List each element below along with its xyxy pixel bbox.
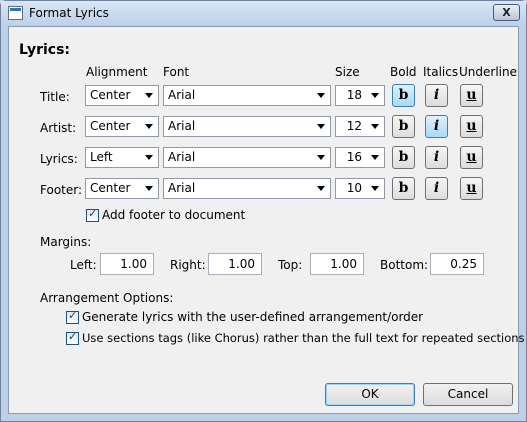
footer-font-select[interactable]: Arial (163, 178, 331, 199)
title-alignment-select[interactable]: Center (85, 85, 159, 106)
add-footer-label: Add footer to document (102, 208, 246, 222)
footer-alignment-select[interactable]: Center (85, 178, 159, 199)
chevron-down-icon (143, 119, 156, 134)
title-alignment-value: Center (90, 88, 131, 102)
close-button[interactable]: X (493, 4, 520, 21)
margin-right-input[interactable]: 1.00 (208, 253, 262, 275)
lyrics-underline-button[interactable]: u (460, 146, 483, 169)
format-lyrics-window: Format Lyrics X Lyrics: Alignment Font S… (0, 0, 527, 422)
title-italic-button[interactable]: i (425, 84, 448, 107)
font-column-header: Font (163, 65, 190, 79)
title-size-value: 18 (346, 88, 362, 102)
margins-heading: Margins: (40, 235, 92, 249)
footer-size-select[interactable]: 10 (335, 178, 385, 199)
title-size-select[interactable]: 18 (335, 85, 385, 106)
alignment-column-header: Alignment (86, 65, 148, 79)
lyrics-heading: Lyrics: (19, 42, 71, 58)
artist-row-label: Artist: (40, 121, 77, 135)
window-icon (8, 6, 23, 20)
chevron-down-icon (369, 119, 382, 134)
margin-bottom-input[interactable]: 0.25 (430, 253, 484, 275)
size-column-header: Size (335, 65, 360, 79)
footer-size-value: 10 (346, 181, 362, 195)
margin-bottom-label: Bottom: (380, 258, 429, 272)
add-footer-checkbox[interactable] (86, 207, 99, 222)
title-font-value: Arial (168, 88, 196, 102)
title-underline-button[interactable]: u (460, 84, 483, 107)
chevron-down-icon (315, 181, 328, 196)
chevron-down-icon (369, 88, 382, 103)
lyrics-italic-button[interactable]: i (425, 146, 448, 169)
window-title: Format Lyrics (29, 6, 109, 20)
margin-top-label: Top: (278, 258, 303, 272)
lyrics-row-label: Lyrics: (40, 152, 78, 166)
footer-italic-button[interactable]: i (425, 177, 448, 200)
artist-underline-button[interactable]: u (460, 115, 483, 138)
title-font-select[interactable]: Arial (163, 85, 331, 106)
chevron-down-icon (143, 88, 156, 103)
footer-row-label: Footer: (40, 183, 83, 197)
lyrics-alignment-select[interactable]: Left (85, 147, 159, 168)
chevron-down-icon (369, 181, 382, 196)
artist-italic-button[interactable]: i (425, 115, 448, 138)
artist-bold-button[interactable]: b (392, 115, 415, 138)
title-row-label: Title: (40, 90, 70, 104)
generate-arrangement-checkbox[interactable] (66, 309, 79, 324)
artist-font-value: Arial (168, 119, 196, 133)
artist-font-select[interactable]: Arial (163, 116, 331, 137)
section-tags-checkbox[interactable] (66, 330, 79, 345)
chevron-down-icon (143, 181, 156, 196)
chevron-down-icon (315, 88, 328, 103)
artist-alignment-value: Center (90, 119, 131, 133)
title-bold-button[interactable]: b (392, 84, 415, 107)
margin-right-label: Right: (170, 258, 206, 272)
footer-alignment-value: Center (90, 181, 131, 195)
artist-size-value: 12 (346, 119, 362, 133)
footer-underline-button[interactable]: u (460, 177, 483, 200)
artist-alignment-select[interactable]: Center (85, 116, 159, 137)
margin-top-input[interactable]: 1.00 (310, 253, 364, 275)
lyrics-size-value: 16 (346, 150, 362, 164)
chevron-down-icon (369, 150, 382, 165)
artist-size-select[interactable]: 12 (335, 116, 385, 137)
italics-column-header: Italics (423, 65, 459, 79)
arrangement-heading: Arrangement Options: (40, 291, 174, 305)
margin-left-input[interactable]: 1.00 (100, 253, 154, 275)
lyrics-bold-button[interactable]: b (392, 146, 415, 169)
footer-font-value: Arial (168, 181, 196, 195)
margin-left-label: Left: (70, 258, 97, 272)
bold-column-header: Bold (390, 65, 417, 79)
chevron-down-icon (143, 150, 156, 165)
section-tags-label: Use sections tags (like Chorus) rather t… (82, 331, 525, 345)
footer-bold-button[interactable]: b (392, 177, 415, 200)
ok-button[interactable]: OK (325, 383, 415, 406)
lyrics-alignment-value: Left (90, 150, 113, 164)
chevron-down-icon (315, 119, 328, 134)
title-bar: Format Lyrics X (1, 1, 526, 26)
underline-column-header: Underline (459, 65, 517, 79)
dialog-body: Lyrics: Alignment Font Size Bold Italics… (8, 26, 525, 414)
cancel-button[interactable]: Cancel (423, 383, 513, 406)
chevron-down-icon (315, 150, 328, 165)
lyrics-size-select[interactable]: 16 (335, 147, 385, 168)
generate-arrangement-label: Generate lyrics with the user-defined ar… (82, 310, 424, 324)
lyrics-font-select[interactable]: Arial (163, 147, 331, 168)
lyrics-font-value: Arial (168, 150, 196, 164)
